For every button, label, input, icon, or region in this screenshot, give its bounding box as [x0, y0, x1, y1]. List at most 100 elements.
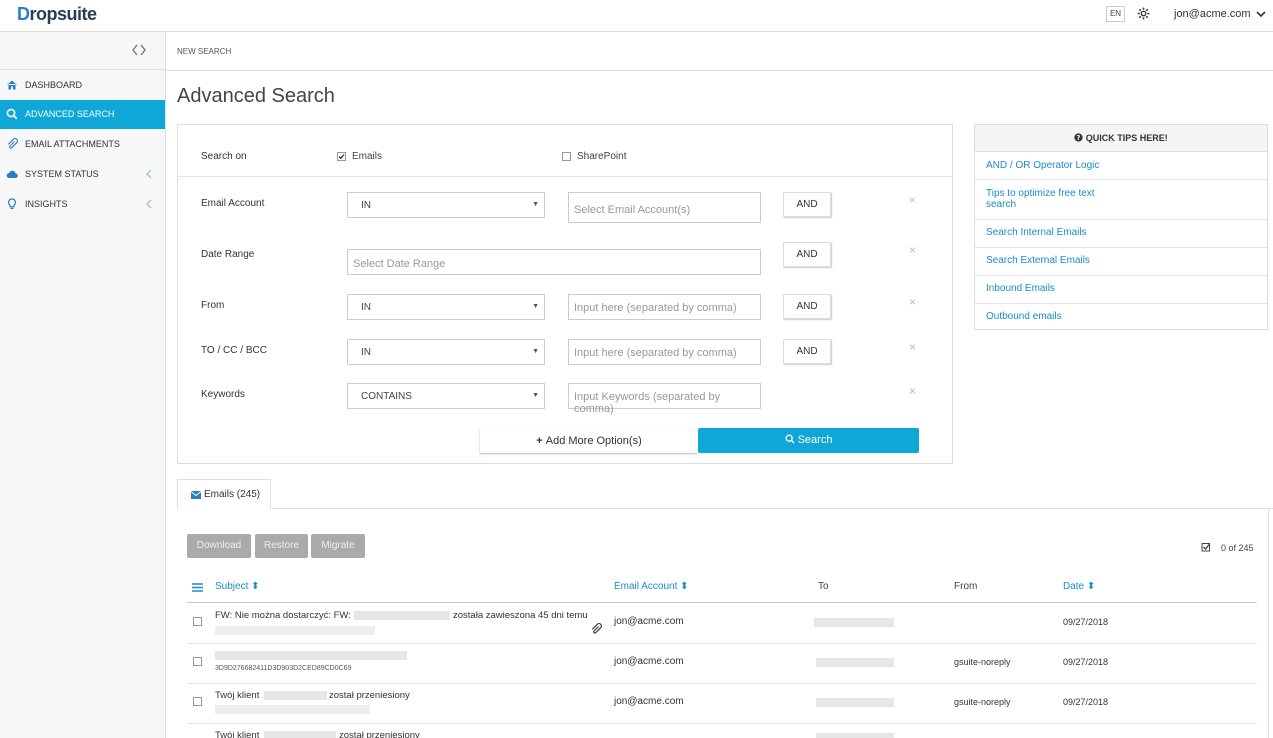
tab-emails[interactable]: Emails (245) — [177, 479, 271, 509]
chevron-left-icon[interactable] — [145, 169, 153, 179]
subject-text: FW: Nie można dostarczyć: FW: — [215, 610, 351, 621]
check-icon — [338, 154, 345, 160]
remove-date-range-icon[interactable]: × — [909, 243, 916, 257]
results-border — [1268, 508, 1269, 738]
date-range-and-button[interactable]: AND — [783, 242, 831, 267]
sidebar: DASHBOARD ADVANCED SEARCH EMAIL ATTACHME… — [0, 32, 166, 738]
envelope-icon — [191, 491, 201, 499]
home-icon — [7, 80, 17, 90]
breadcrumb[interactable]: NEW SEARCH — [177, 47, 231, 56]
table-header-divider — [187, 602, 1257, 603]
column-menu-icon[interactable] — [192, 583, 203, 592]
sidebar-item-email-attachments[interactable]: EMAIL ATTACHMENTS — [0, 130, 165, 159]
tip-optimize-free-text[interactable]: Tips to optimize free text search — [975, 180, 1267, 220]
from-operator-select[interactable]: IN ▼ — [347, 294, 545, 320]
cloud-icon — [6, 170, 18, 178]
paperclip-icon — [591, 623, 602, 634]
question-circle-icon: ? — [1074, 133, 1083, 142]
redacted-text — [814, 618, 894, 627]
column-header-subject[interactable]: Subject ⬍ — [215, 581, 260, 592]
to-cc-bcc-input[interactable]: Input here (separated by comma) — [568, 339, 761, 365]
divider — [178, 176, 952, 177]
sharepoint-checkbox[interactable] — [562, 152, 571, 161]
row-checkbox[interactable] — [193, 617, 202, 626]
tip-operator-logic[interactable]: AND / OR Operator Logic — [975, 152, 1267, 180]
redacted-text — [354, 611, 450, 620]
column-header-from: From — [954, 581, 978, 592]
redacted-text — [264, 691, 327, 700]
redacted-text — [215, 705, 370, 714]
from-and-button[interactable]: AND — [783, 294, 831, 319]
email-account-operator-select[interactable]: IN ▼ — [347, 192, 545, 218]
email-account-input[interactable]: Select Email Account(s) — [568, 192, 761, 223]
tip-outbound-emails[interactable]: Outbound emails — [975, 304, 1267, 330]
row-divider — [187, 643, 1257, 644]
row-checkbox[interactable] — [193, 657, 202, 666]
search-button[interactable]: Search — [698, 428, 919, 453]
tip-inbound-emails[interactable]: Inbound Emails — [975, 276, 1267, 304]
tip-internal-emails[interactable]: Search Internal Emails — [975, 220, 1267, 248]
column-header-to: To — [818, 581, 829, 592]
sidebar-item-dashboard[interactable]: DASHBOARD — [0, 71, 165, 100]
remove-keywords-icon[interactable]: × — [909, 384, 916, 398]
row-checkbox[interactable] — [193, 697, 202, 706]
column-header-date[interactable]: Date ⬍ — [1063, 581, 1095, 592]
keywords-operator-select[interactable]: CONTAINS ▼ — [347, 383, 545, 409]
collapse-sidebar-icon[interactable] — [132, 44, 146, 56]
to-cc-bcc-and-button[interactable]: AND — [783, 339, 831, 364]
to-cc-bcc-label: TO / CC / BCC — [201, 345, 267, 356]
subject-text: został przeniesiony — [329, 690, 410, 701]
caret-down-icon: ▼ — [532, 348, 539, 355]
sidebar-item-advanced-search[interactable]: ADVANCED SEARCH — [0, 100, 165, 129]
download-button[interactable]: Download — [187, 534, 251, 558]
email-account-label: Email Account — [201, 198, 265, 209]
row-divider — [187, 723, 1257, 724]
quick-tips-panel: ? QUICK TIPS HERE! AND / OR Operator Log… — [974, 124, 1268, 330]
redacted-text — [816, 733, 894, 738]
add-more-options-button[interactable]: + Add More Option(s) — [480, 429, 698, 453]
subject-text: została zawieszona 45 dni temu — [453, 610, 588, 621]
chevron-down-icon[interactable] — [1256, 10, 1266, 18]
from-label: From — [201, 300, 225, 311]
from-input[interactable]: Input here (separated by comma) — [568, 294, 761, 320]
emails-checkbox[interactable] — [337, 152, 346, 161]
remove-to-cc-bcc-icon[interactable]: × — [909, 340, 916, 354]
redacted-text — [264, 731, 336, 738]
sidebar-toggle[interactable] — [0, 32, 165, 70]
keywords-input[interactable]: Input Keywords (separated by comma) — [568, 383, 761, 415]
date-range-input[interactable]: Select Date Range — [347, 249, 761, 275]
to-cc-bcc-operator-select[interactable]: IN ▼ — [347, 339, 545, 365]
tip-external-emails[interactable]: Search External Emails — [975, 248, 1267, 276]
paperclip-icon — [7, 138, 18, 149]
sidebar-item-system-status[interactable]: SYSTEM STATUS — [0, 160, 165, 189]
search-icon — [6, 108, 18, 120]
plus-icon: + — [536, 435, 546, 447]
remove-from-icon[interactable]: × — [909, 295, 916, 309]
dropsuite-logo[interactable]: Dropsuite — [17, 4, 97, 25]
sort-icon: ⬍ — [1086, 581, 1096, 592]
user-menu[interactable]: jon@acme.com — [1174, 8, 1251, 20]
from-cell: gsuite-noreply — [954, 657, 1011, 667]
redacted-text — [816, 658, 894, 667]
lightbulb-icon — [8, 198, 16, 209]
language-selector[interactable]: EN — [1106, 6, 1125, 22]
date-cell: 09/27/2018 — [1063, 617, 1109, 627]
caret-down-icon: ▼ — [532, 201, 539, 208]
sort-icon: ⬍ — [251, 581, 260, 592]
checkbox-checked-icon — [1201, 543, 1211, 552]
email-account-and-button[interactable]: AND — [783, 192, 831, 217]
breadcrumb-bar: NEW SEARCH — [166, 32, 1273, 71]
gear-icon[interactable] — [1137, 7, 1150, 20]
restore-button[interactable]: Restore — [255, 534, 308, 558]
caret-down-icon: ▼ — [532, 303, 539, 310]
sidebar-item-insights[interactable]: INSIGHTS — [0, 190, 165, 219]
email-account-cell: jon@acme.com — [614, 696, 684, 707]
sharepoint-checkbox-label: SharePoint — [577, 151, 627, 162]
chevron-left-icon[interactable] — [145, 199, 153, 209]
remove-email-account-icon[interactable]: × — [909, 193, 916, 207]
row-divider — [187, 683, 1257, 684]
migrate-button[interactable]: Migrate — [311, 534, 365, 558]
column-header-email-account[interactable]: Email Account ⬍ — [614, 581, 689, 592]
subject-text: Twój klient — [215, 730, 260, 738]
subject-text: został przeniesiony — [339, 730, 420, 738]
